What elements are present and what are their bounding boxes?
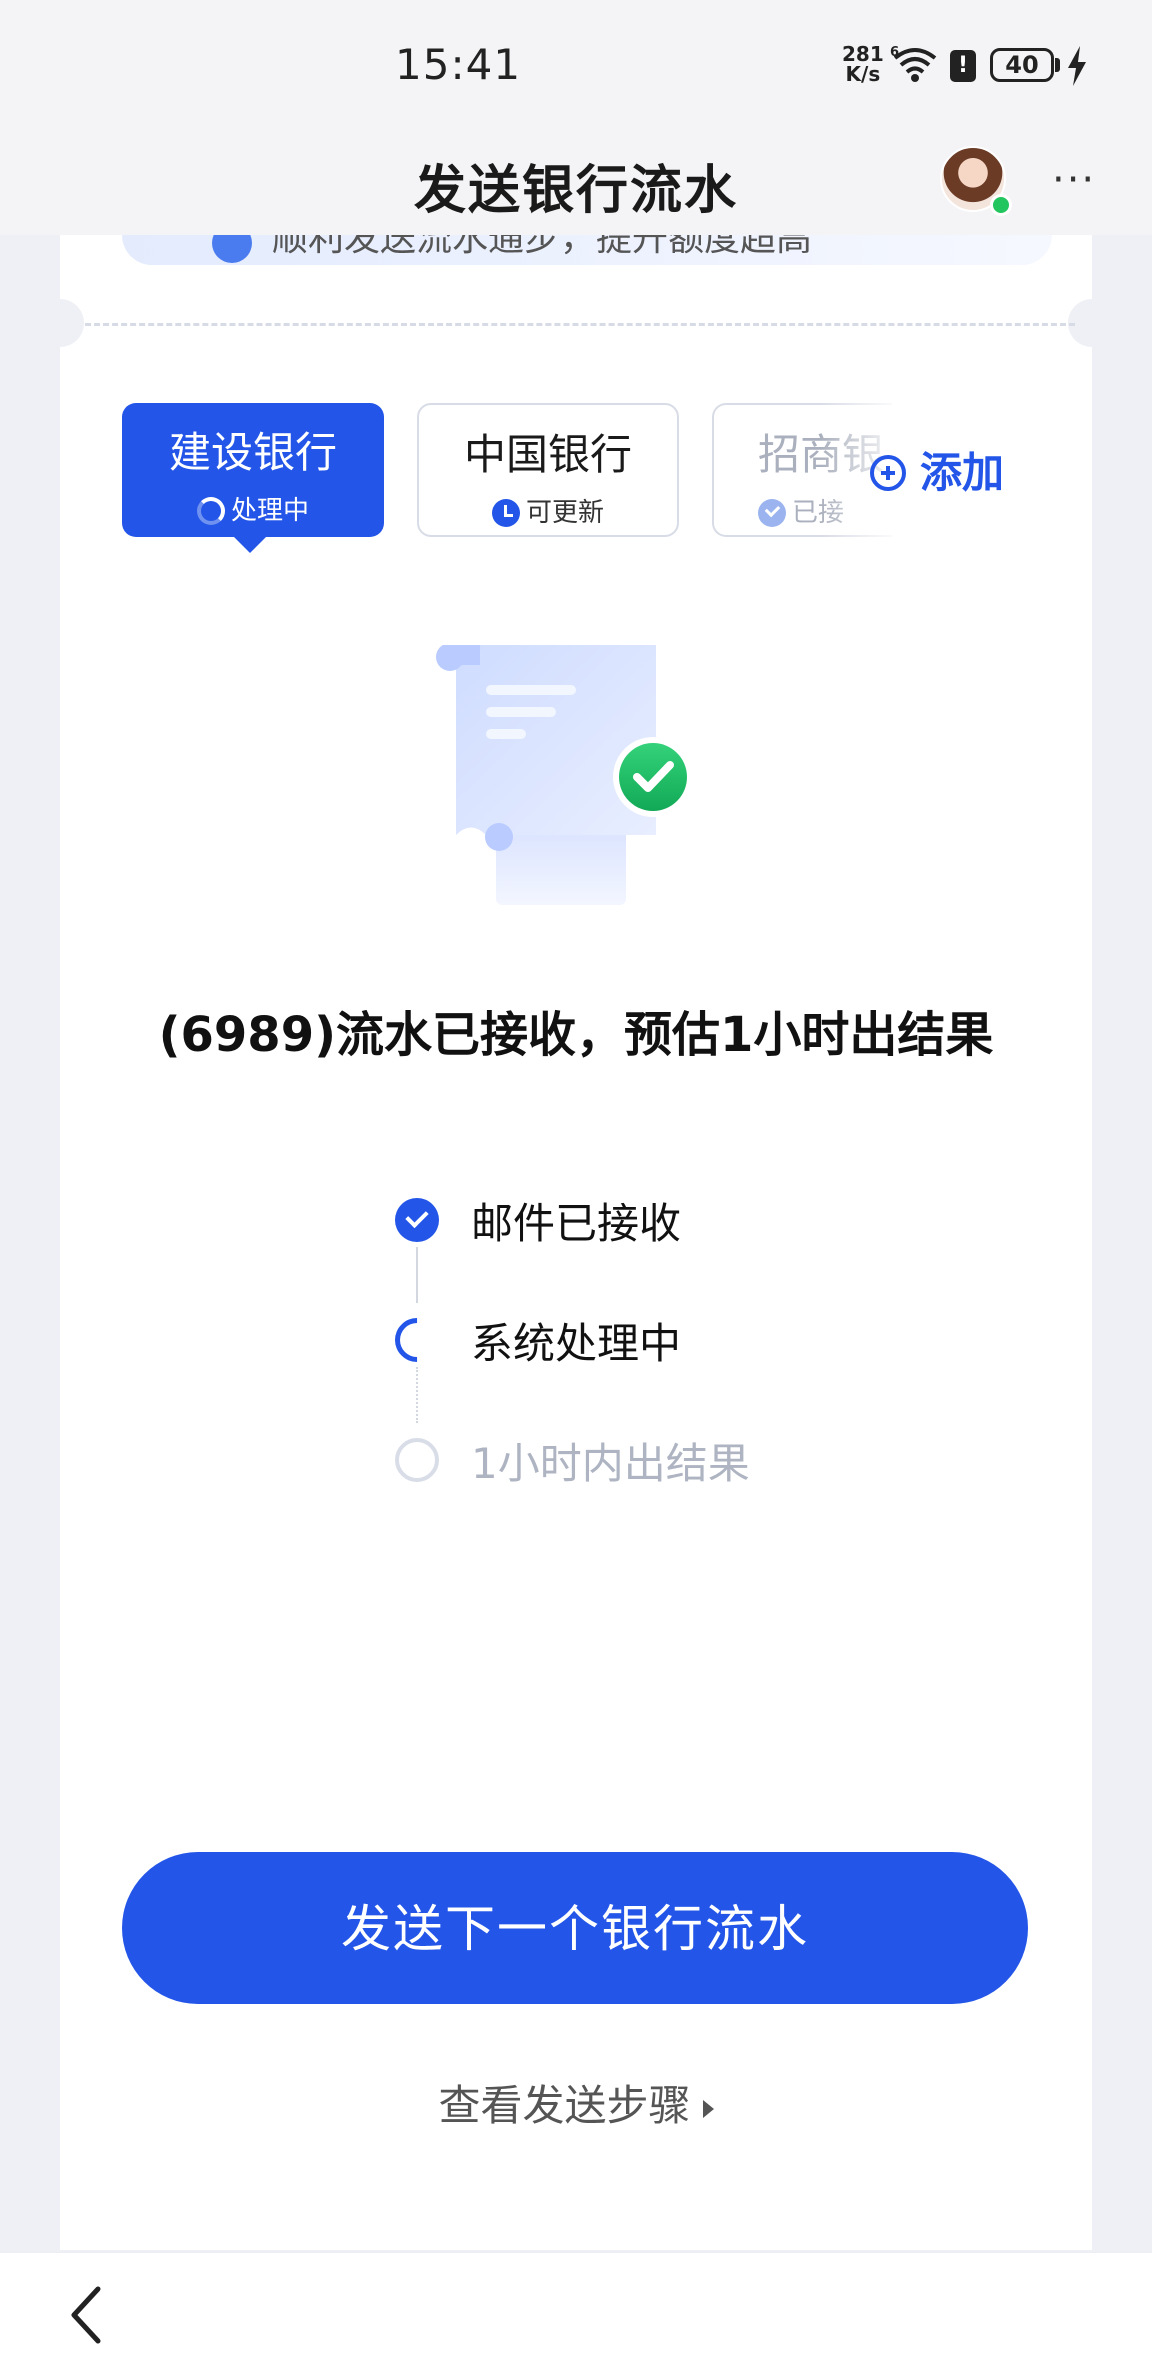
step-label: 系统处理中 <box>471 1319 682 1368</box>
status-bar: 15:41 281 K/s 6 ! 40 <box>0 0 1152 130</box>
bank-tab-status-text: 处理中 <box>230 496 309 526</box>
bank-tab-ccb[interactable]: 建设银行 处理中 <box>122 403 384 537</box>
step-connector <box>416 1367 418 1423</box>
step-label: 1小时内出结果 <box>471 1439 750 1488</box>
card-notch-left <box>36 299 84 347</box>
step-label: 邮件已接收 <box>471 1199 682 1248</box>
alert-icon: ! <box>950 50 976 82</box>
view-send-steps-link[interactable]: 查看发送步骤 <box>60 2072 1092 2133</box>
bank-tab-status: 处理中 <box>122 490 384 527</box>
battery-level: 40 <box>1005 51 1039 79</box>
loading-icon <box>196 497 225 525</box>
bank-tab-status: 可更新 <box>419 492 677 529</box>
check-circle-icon <box>758 499 786 527</box>
network-speed-value: 281 <box>842 42 884 66</box>
online-status-dot <box>990 194 1012 216</box>
card-notch-right <box>1068 299 1116 347</box>
bottom-bar <box>0 2252 1152 2377</box>
selected-tab-pointer <box>232 535 268 553</box>
add-bank-button[interactable]: 添加 <box>870 439 1004 500</box>
check-icon <box>395 1198 439 1242</box>
network-speed-unit: K/s <box>845 62 881 86</box>
plus-circle-icon <box>870 455 906 491</box>
bank-tab-name: 建设银行 <box>168 428 337 477</box>
back-icon[interactable] <box>62 2285 112 2345</box>
tip-banner: 顺利发送流水通步，提升额度超高 <box>122 235 1052 265</box>
status-time: 15:41 <box>395 40 522 89</box>
send-next-statement-button[interactable]: 发送下一个银行流水 <box>122 1852 1028 2004</box>
tip-icon <box>212 235 252 263</box>
clock-icon <box>491 499 520 527</box>
step-connector <box>416 1247 418 1303</box>
view-send-steps-label: 查看发送步骤 <box>438 2081 691 2130</box>
pending-circle-icon <box>395 1438 439 1482</box>
network-speed: 281 K/s <box>842 44 884 84</box>
result-message: (6989)流水已接收，预估1小时出结果 <box>158 1007 994 1063</box>
wifi-icon: 6 <box>890 45 937 82</box>
bank-tab-name: 中国银行 <box>463 430 632 479</box>
add-bank-label: 添加 <box>920 448 1005 497</box>
statement-received-illustration <box>436 645 693 905</box>
charging-icon <box>1068 46 1086 86</box>
tip-text: 顺利发送流水通步，提升额度超高 <box>272 235 813 259</box>
dashed-divider <box>85 323 1075 326</box>
battery-tip <box>1055 58 1060 72</box>
loading-icon <box>385 1308 449 1372</box>
wifi-label: 6 <box>890 45 899 60</box>
main-card: 顺利发送流水通步，提升额度超高 建设银行 处理中 中国银行 可更新 招商银 已接… <box>36 235 1116 2250</box>
bank-tab-status-text: 可更新 <box>525 498 604 528</box>
bank-tab-boc[interactable]: 中国银行 可更新 <box>417 403 679 537</box>
title-bar: 发送银行流水 ··· <box>0 130 1152 235</box>
battery-icon: 40 <box>990 48 1054 82</box>
more-options-button[interactable]: ··· <box>1052 160 1102 200</box>
caret-right-icon <box>702 2100 714 2118</box>
